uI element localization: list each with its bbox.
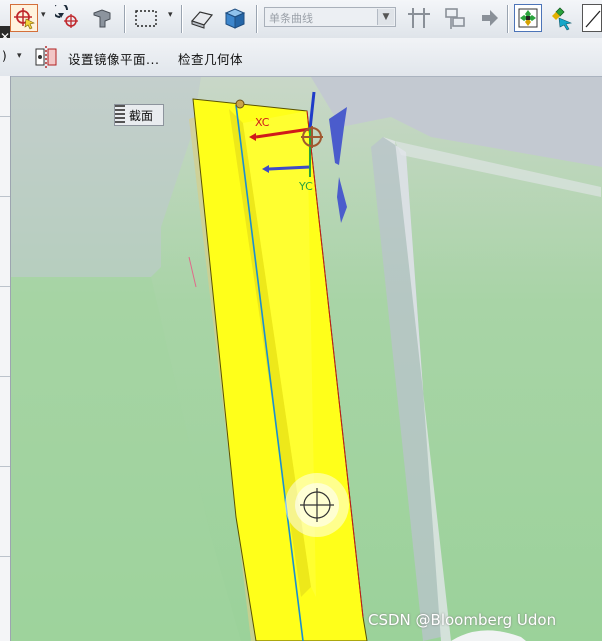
toolbar-separator <box>124 5 125 33</box>
left-panel-strip <box>0 76 11 641</box>
graphics-viewport[interactable]: YC XC <box>11 77 602 641</box>
watermark-text: CSDN @Bloomberg Udon <box>368 611 557 629</box>
rotate-point-icon[interactable] <box>54 4 82 32</box>
arrow-right-icon[interactable] <box>476 4 504 32</box>
main-toolbar: ▾ ▾ 单条曲线 ▼ <box>0 0 602 39</box>
toolbar-separator <box>507 5 508 33</box>
check-geometry-button[interactable]: 检查几何体 <box>178 49 243 68</box>
toolbar-separator <box>256 5 257 33</box>
snap-points-icon[interactable] <box>514 4 542 32</box>
partial-label: ) <box>2 49 7 63</box>
toolbar2-dropdown-arrow[interactable]: ▾ <box>17 51 25 61</box>
select-dropdown-arrow[interactable]: ▾ <box>168 10 176 20</box>
pipe-tool-icon[interactable] <box>89 4 117 32</box>
snap-dropdown-arrow[interactable]: ▾ <box>41 10 49 20</box>
grip-icon[interactable] <box>115 105 125 125</box>
eraser-icon[interactable] <box>188 4 216 32</box>
section-view-tag[interactable]: 截面 <box>114 104 164 126</box>
select-box-icon[interactable] <box>132 4 160 32</box>
axis-yc-label: YC <box>299 180 313 193</box>
snap-point-icon[interactable] <box>10 4 38 32</box>
mirror-plane-icon[interactable] <box>32 43 60 71</box>
axis-xc-label: XC <box>255 116 270 129</box>
set-mirror-plane-button[interactable]: 设置镜像平面... <box>68 49 159 68</box>
toolbar-separator <box>181 5 182 33</box>
follow-fillet-icon[interactable] <box>441 4 469 32</box>
combo-arrow-icon[interactable]: ▼ <box>377 9 394 25</box>
solid-cube-icon[interactable] <box>221 4 249 32</box>
model-geometry <box>11 77 602 641</box>
section-label: 截面 <box>129 108 154 123</box>
line-tool-icon[interactable] <box>582 4 602 32</box>
curve-rule-select[interactable]: 单条曲线 ▼ <box>264 7 396 27</box>
stop-at-intersection-icon[interactable] <box>405 4 433 32</box>
snap-cursor-icon[interactable] <box>548 4 576 32</box>
curve-rule-value: 单条曲线 <box>269 12 313 25</box>
